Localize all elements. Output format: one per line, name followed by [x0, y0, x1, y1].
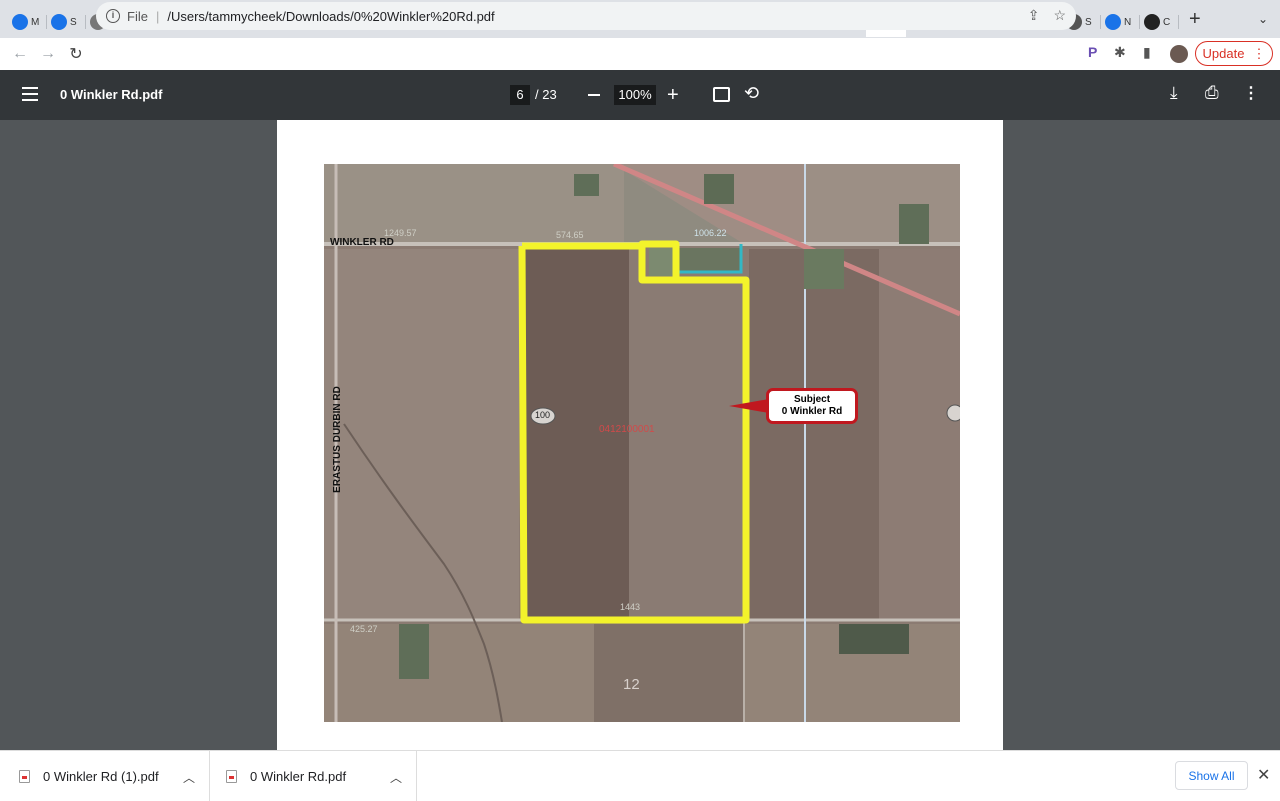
tab-title: N	[1124, 16, 1132, 28]
acreage-label: 1006.22	[694, 228, 727, 238]
menu-icon[interactable]	[22, 87, 38, 105]
favicon-icon	[1105, 14, 1121, 30]
reload-icon[interactable]: ↻	[62, 44, 90, 64]
fit-page-icon[interactable]	[713, 87, 730, 102]
subject-callout: Subject 0 Winkler Rd	[766, 388, 858, 424]
tab-right-6[interactable]: C	[1140, 7, 1179, 37]
download-shelf: 0 Winkler Rd (1).pdf ︿ 0 Winkler Rd.pdf …	[0, 750, 1280, 801]
pdf-file-icon	[226, 769, 237, 783]
pdf-toolbar: 0 Winkler Rd.pdf 6 / 23 100% + ⟲ ⤓ ⎙ ⋮	[0, 70, 1280, 120]
section-number: 12	[623, 676, 640, 693]
tab-left-0[interactable]: M	[8, 7, 47, 37]
tab-left-1[interactable]: S	[47, 7, 86, 37]
tab-title: S	[70, 16, 77, 28]
rotate-icon[interactable]: ⟲	[744, 83, 759, 104]
download-filename: 0 Winkler Rd.pdf	[250, 768, 347, 784]
page-number-input[interactable]: 6	[510, 85, 530, 105]
zoom-input[interactable]: 100%	[614, 85, 656, 105]
side-panel-icon[interactable]: ▮	[1143, 44, 1151, 61]
info-icon[interactable]: i	[106, 9, 120, 23]
zoom-out-icon[interactable]	[588, 94, 600, 96]
new-tab-button[interactable]: +	[1189, 8, 1209, 31]
pdf-viewer[interactable]: WINKLER RD ERASTUS DURBIN RD 100 0412100…	[0, 120, 1280, 750]
url-scheme: File	[127, 8, 148, 24]
aerial-map-image	[324, 164, 960, 722]
road-label-erastus-durbin: ERASTUS DURBIN RD	[331, 386, 343, 493]
tab-title: C	[1163, 16, 1171, 28]
more-options-icon[interactable]: ⋮	[1243, 83, 1259, 103]
back-arrow-icon[interactable]: ←	[6, 45, 34, 63]
zoom-in-icon[interactable]: +	[667, 84, 679, 107]
more-vert-icon: ⋮	[1252, 45, 1266, 61]
address-bar[interactable]: i File | /Users/tammycheek/Downloads/0%2…	[96, 2, 1076, 30]
page-total: / 23	[535, 87, 557, 102]
tab-search-chevron-icon[interactable]: ⌄	[1258, 12, 1268, 26]
favicon-icon	[12, 14, 28, 30]
parcel-id: 0412100001	[599, 424, 655, 435]
update-button[interactable]: Update ⋮	[1195, 41, 1273, 66]
route-number: 100	[535, 410, 551, 420]
download-filename: 0 Winkler Rd (1).pdf	[43, 768, 159, 784]
road-label-winkler: WINKLER RD	[330, 237, 394, 248]
acreage-label: 1443	[620, 602, 641, 612]
tab-right-5[interactable]: N	[1101, 7, 1140, 37]
download-icon[interactable]: ⤓	[1170, 83, 1178, 103]
acreage-label: 425.27	[350, 624, 378, 634]
callout-line: 0 Winkler Rd	[781, 406, 843, 417]
download-item[interactable]: 0 Winkler Rd.pdf ︿	[210, 751, 417, 801]
tab-title: S	[1085, 16, 1092, 28]
puzzle-extensions-icon[interactable]: ✱	[1114, 44, 1126, 61]
bookmark-star-icon[interactable]: ☆	[1053, 7, 1066, 24]
pdf-file-icon	[19, 769, 30, 783]
document-title: 0 Winkler Rd.pdf	[60, 87, 163, 102]
favicon-icon	[51, 14, 67, 30]
share-icon[interactable]: ⇪	[1028, 7, 1040, 24]
callout-pointer	[729, 399, 769, 413]
profile-avatar[interactable]	[1170, 45, 1188, 63]
url-separator: |	[155, 8, 160, 24]
pdf-page: WINKLER RD ERASTUS DURBIN RD 100 0412100…	[277, 120, 1003, 750]
acreage-label: 574.65	[556, 230, 584, 240]
callout-line: Subject	[793, 394, 831, 405]
download-item[interactable]: 0 Winkler Rd (1).pdf ︿	[0, 751, 210, 801]
forward-arrow-icon[interactable]: →	[34, 45, 62, 63]
update-label: Update	[1202, 46, 1245, 61]
url-text[interactable]: /Users/tammycheek/Downloads/0%20Winkler%…	[167, 9, 494, 24]
show-all-button[interactable]: Show All	[1175, 761, 1248, 790]
chevron-up-icon[interactable]: ︿	[183, 769, 195, 786]
aerial-map: WINKLER RD ERASTUS DURBIN RD 100 0412100…	[324, 164, 960, 722]
close-icon[interactable]: ✕	[1257, 765, 1270, 785]
acreage-label: 1249.57	[384, 228, 417, 238]
extension-icon[interactable]: P	[1088, 44, 1097, 60]
print-icon[interactable]: ⎙	[1205, 83, 1219, 103]
favicon-icon	[1144, 14, 1160, 30]
chevron-up-icon[interactable]: ︿	[390, 769, 402, 786]
tab-title: M	[31, 16, 40, 28]
